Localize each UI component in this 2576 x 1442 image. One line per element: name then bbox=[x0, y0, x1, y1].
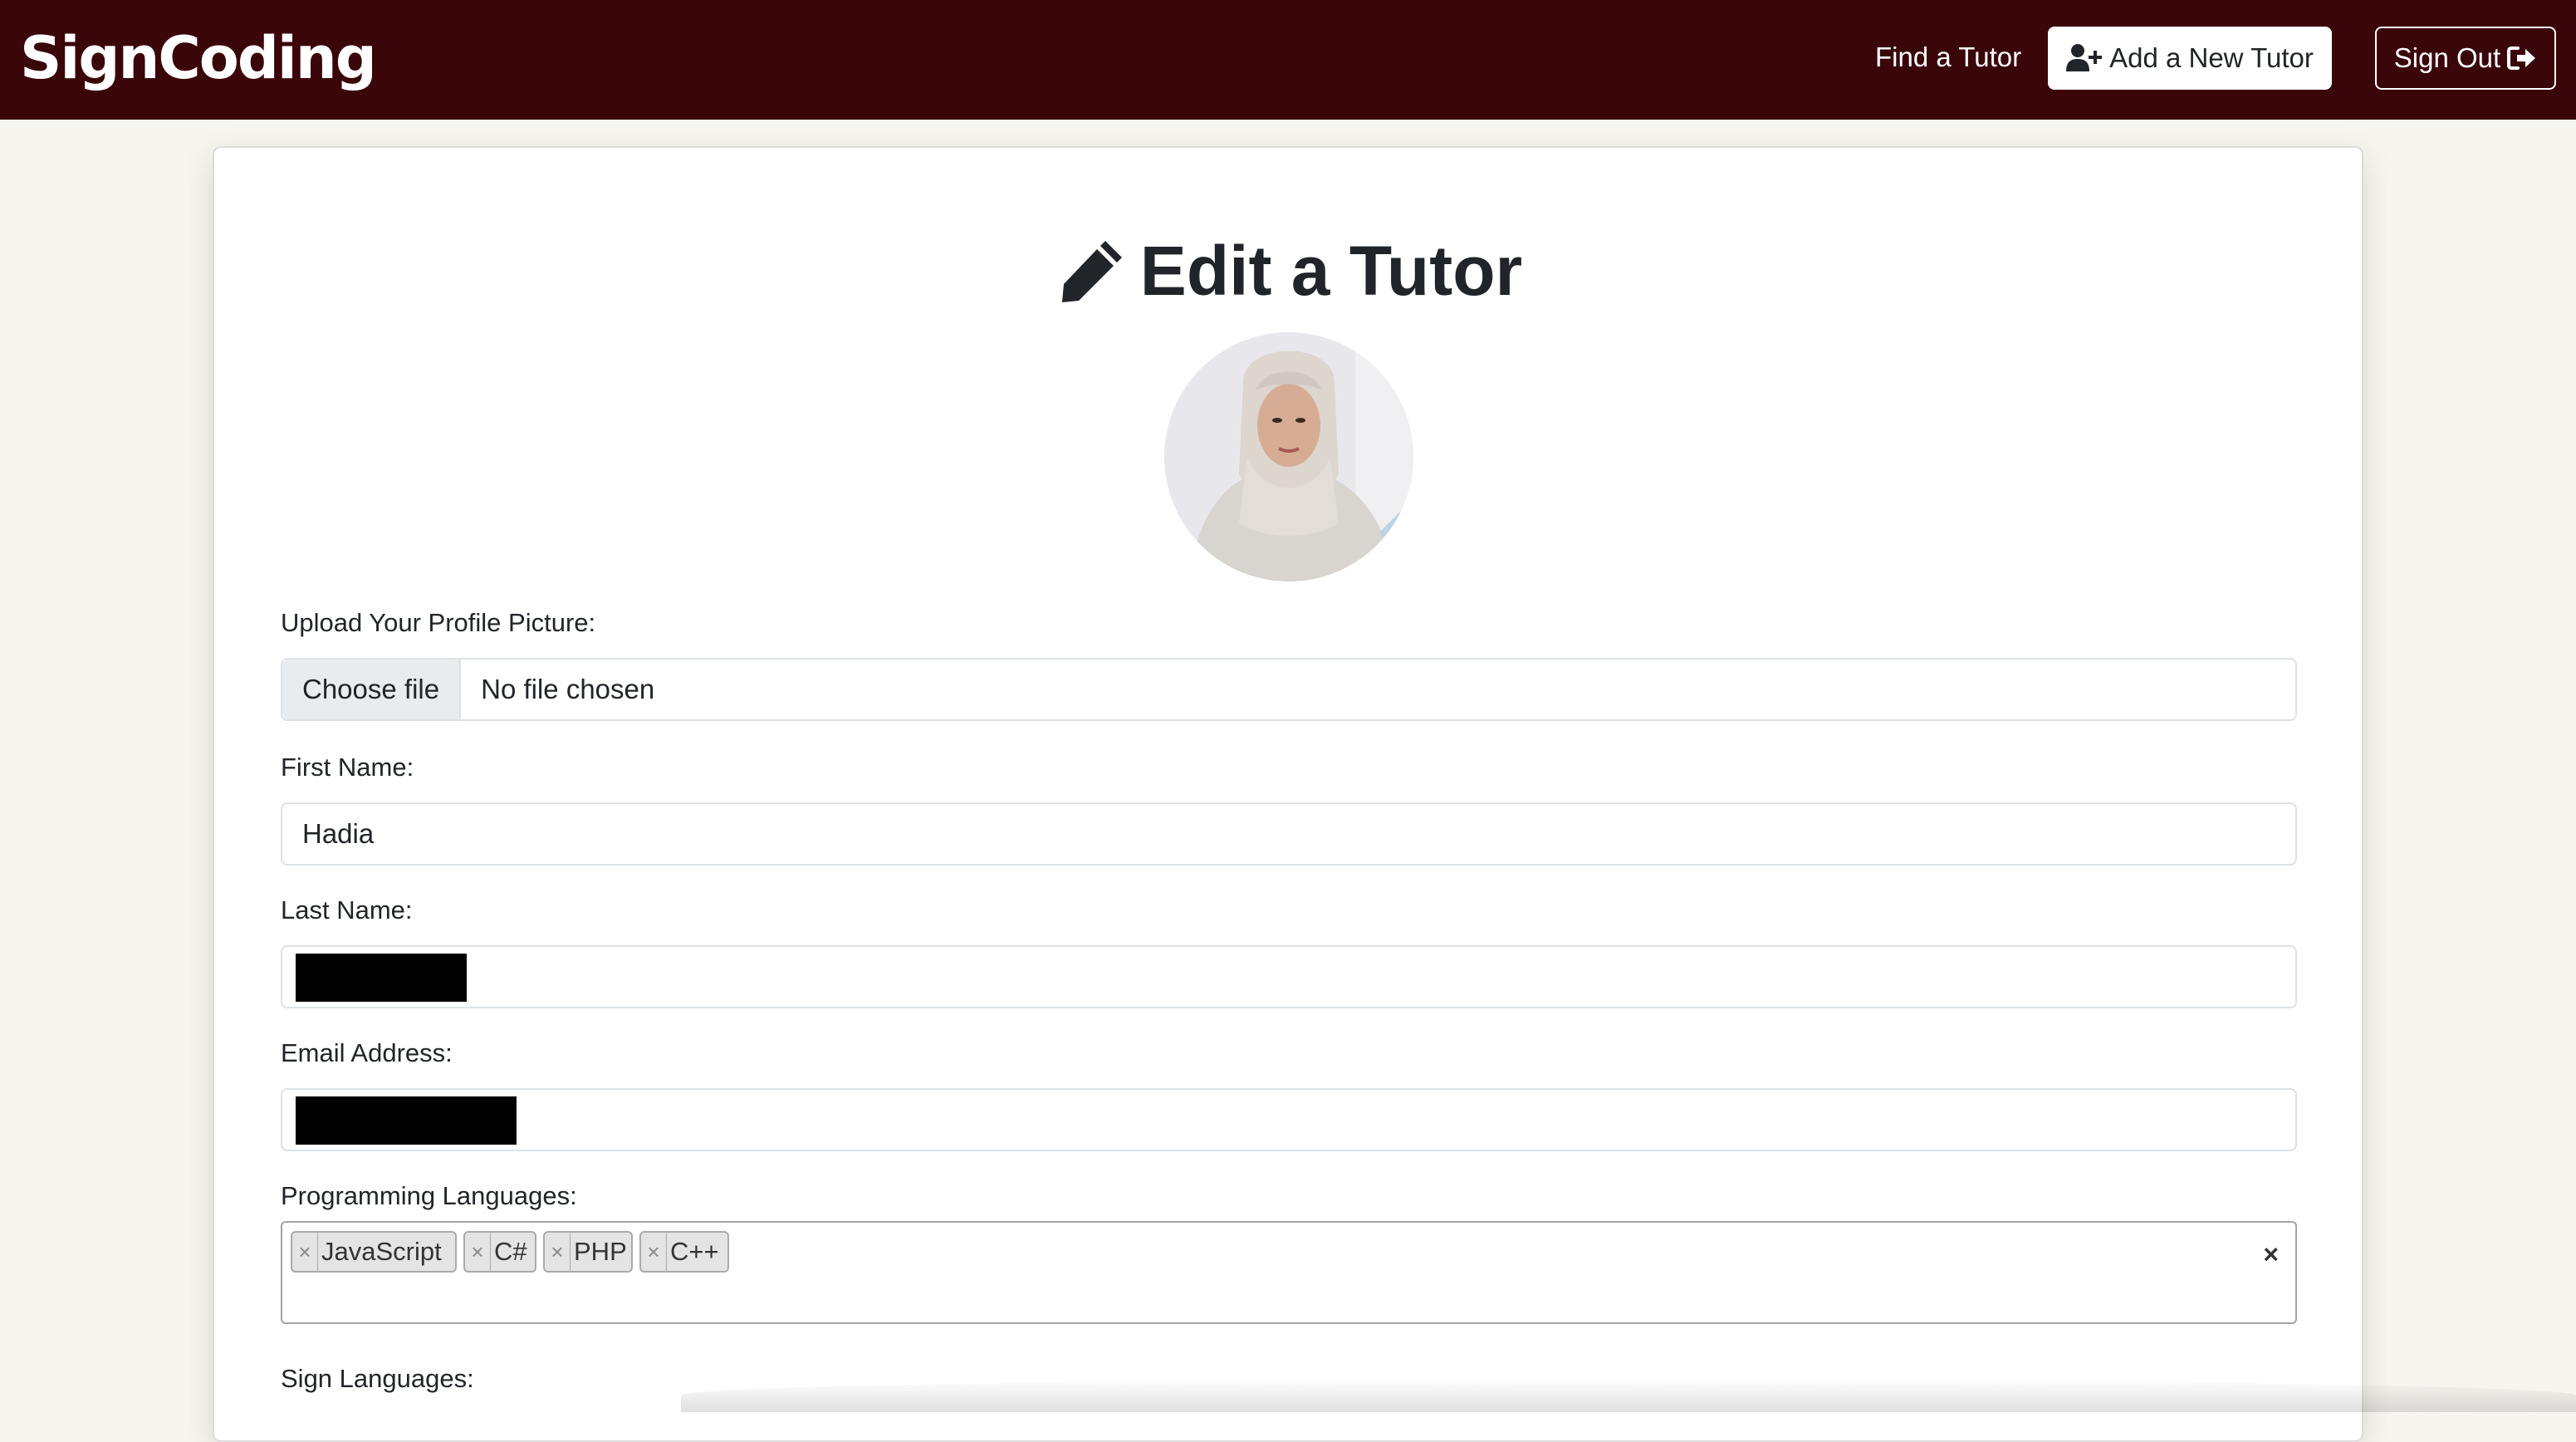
remove-tag-icon[interactable]: × bbox=[641, 1233, 667, 1271]
profile-avatar bbox=[1164, 332, 1413, 581]
clear-all-icon[interactable]: × bbox=[2263, 1239, 2279, 1270]
tag-label: C++ bbox=[670, 1237, 719, 1266]
last-name-label: Last Name: bbox=[281, 895, 413, 925]
first-name-label: First Name: bbox=[281, 753, 414, 782]
user-plus-icon bbox=[2066, 44, 2103, 71]
tag-php: × PHP bbox=[543, 1231, 633, 1273]
brand-logo[interactable]: SignCoding bbox=[20, 18, 377, 98]
sign-out-label: Sign Out bbox=[2393, 42, 2501, 73]
redacted-last-name bbox=[296, 954, 467, 1002]
tag-label: PHP bbox=[574, 1237, 627, 1266]
profile-picture-file-input[interactable]: Choose file No file chosen bbox=[281, 658, 2297, 721]
bottom-shadow bbox=[681, 1379, 2576, 1412]
tag-csharp: × C# bbox=[463, 1231, 536, 1273]
page-title-text: Edit a Tutor bbox=[1139, 231, 1523, 310]
sign-out-icon bbox=[2507, 47, 2536, 70]
remove-tag-icon[interactable]: × bbox=[545, 1233, 571, 1271]
email-label: Email Address: bbox=[281, 1038, 453, 1067]
profile-picture-label: Upload Your Profile Picture: bbox=[281, 608, 596, 637]
top-navbar: SignCoding Find a Tutor Add a New Tutor … bbox=[0, 0, 2576, 120]
tag-cpp: × C++ bbox=[639, 1231, 729, 1273]
email-field[interactable] bbox=[281, 1088, 2297, 1151]
edit-tutor-card: Edit a Tutor Upload Your Profile Picture… bbox=[213, 146, 2363, 1442]
remove-tag-icon[interactable]: × bbox=[292, 1233, 318, 1271]
pencil-icon bbox=[1061, 241, 1122, 302]
first-name-value: Hadia bbox=[302, 818, 375, 849]
add-tutor-label: Add a New Tutor bbox=[2109, 42, 2314, 73]
sign-languages-label: Sign Languages: bbox=[281, 1364, 474, 1393]
last-name-field[interactable] bbox=[281, 945, 2297, 1008]
sign-out-button[interactable]: Sign Out bbox=[2375, 27, 2556, 90]
first-name-field[interactable]: Hadia bbox=[281, 802, 2297, 866]
page-title: Edit a Tutor bbox=[214, 229, 2365, 312]
tag-label: JavaScript bbox=[321, 1237, 442, 1266]
choose-file-button[interactable]: Choose file bbox=[282, 660, 462, 719]
tag-label: C# bbox=[494, 1237, 527, 1266]
programming-languages-select[interactable]: × JavaScript × C# × PHP × C++ × bbox=[281, 1221, 2297, 1324]
programming-languages-label: Programming Languages: bbox=[281, 1181, 577, 1210]
find-tutor-link[interactable]: Find a Tutor bbox=[1875, 37, 2021, 78]
file-status-text: No file chosen bbox=[481, 674, 655, 704]
tag-javascript: × JavaScript bbox=[291, 1231, 457, 1273]
redacted-email bbox=[296, 1096, 517, 1145]
remove-tag-icon[interactable]: × bbox=[465, 1233, 491, 1271]
add-tutor-button[interactable]: Add a New Tutor bbox=[2048, 27, 2332, 90]
